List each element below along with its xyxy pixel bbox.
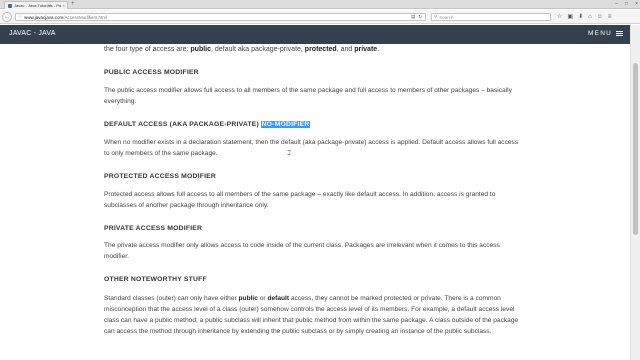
browser-tab[interactable]: Javac - Java Tutorials - Pac... × <box>4 1 68 9</box>
url-path: /AccessModifiers.html <box>63 14 108 20</box>
site-logo[interactable]: JAVAC - JAVA <box>9 30 56 37</box>
tab-close-icon[interactable]: × <box>63 3 65 8</box>
protected-paragraph: Protected access allows full access to a… <box>104 191 496 209</box>
other-default: default <box>267 295 290 302</box>
url-bar[interactable]: ⓘ www.javacjava.com/AccessModifiers.html… <box>15 13 426 21</box>
site-header: JAVAC - JAVA MENU <box>0 25 630 44</box>
minimize-icon[interactable]: – <box>615 2 618 7</box>
account-icon[interactable]: ☺ <box>597 14 603 20</box>
close-window-icon[interactable]: × <box>635 2 638 7</box>
other-paragraph: Standard classes (outer) can only have e… <box>104 293 524 337</box>
reader-view-icon[interactable]: ▤ <box>411 14 415 20</box>
article-content: the four type of access are: public, def… <box>104 44 524 360</box>
text-cursor-icon: ⌶ <box>287 150 292 157</box>
browser-menu-icon[interactable]: ≡ <box>608 14 612 20</box>
other-heading: OTHER NOTEWORTHY STUFF <box>104 276 207 283</box>
intro-public: public <box>190 46 212 53</box>
intro-private: private <box>354 46 378 53</box>
intro-protected: protected <box>304 46 337 53</box>
new-tab-icon[interactable]: + <box>71 1 75 8</box>
other-public: public <box>238 295 258 302</box>
scrollbar-thumb[interactable] <box>633 63 638 235</box>
intro-line: the four type of access are: public, def… <box>104 45 379 54</box>
reload-icon[interactable]: ↻ <box>418 14 422 20</box>
browser-toolbar: ☆ ▣ ⬇ ⌂ ☺ ≡ <box>557 12 611 22</box>
search-icon: ⚲ <box>434 13 438 19</box>
back-button[interactable]: ← <box>2 12 12 22</box>
menu-button[interactable]: MENU <box>588 30 623 37</box>
tab-title: Javac - Java Tutorials - Pac... <box>14 3 61 8</box>
maximize-icon[interactable]: □ <box>625 2 628 7</box>
window-controls: – □ × <box>615 0 638 9</box>
search-input[interactable]: Search <box>439 15 453 20</box>
other-text: Standard classes (outer) can only have e… <box>104 295 239 302</box>
intro-text: the four type of access are: <box>104 46 191 53</box>
browser-title-bar: Javac - Java Tutorials - Pac... × + – □ … <box>0 0 640 9</box>
reading-list-icon[interactable]: ▣ <box>567 14 573 20</box>
page-scrollbar[interactable] <box>630 25 640 360</box>
public-paragraph: The public access modifier allows full a… <box>104 87 512 105</box>
bookmark-star-icon[interactable]: ☆ <box>557 14 562 20</box>
default-heading-text: DEFAULT ACCESS (AKA PACKAGE-PRIVATE) <box>104 121 262 128</box>
url-domain: www.javacjava.com <box>24 14 64 20</box>
home-icon[interactable]: ⌂ <box>588 14 592 20</box>
browser-nav-bar: ← ⓘ www.javacjava.com/AccessModifiers.ht… <box>0 10 640 24</box>
private-heading: PRIVATE ACCESS MODIFIER <box>104 225 203 232</box>
default-paragraph: When no modifier exists in a declaration… <box>104 139 519 157</box>
private-paragraph: The private access modifier only allows … <box>104 242 500 260</box>
hamburger-icon <box>616 30 623 37</box>
selected-text[interactable]: NO-MODIFIER <box>261 121 310 128</box>
public-heading: PUBLIC ACCESS MODIFIER <box>104 69 199 76</box>
download-icon[interactable]: ⬇ <box>578 14 583 20</box>
intro-text: , and <box>336 46 355 53</box>
favicon-icon <box>8 3 12 8</box>
site-info-icon[interactable]: ⓘ <box>18 14 22 20</box>
intro-text: . <box>377 46 380 53</box>
protected-heading: PROTECTED ACCESS MODIFIER <box>104 173 216 180</box>
url-bar-actions: ▤ ↻ <box>411 14 422 20</box>
menu-label: MENU <box>588 30 612 37</box>
search-bar[interactable]: ⚲ Search <box>431 13 551 21</box>
intro-text: , default aka package-private, <box>211 46 305 53</box>
default-heading: DEFAULT ACCESS (AKA PACKAGE-PRIVATE) NO-… <box>104 121 310 128</box>
